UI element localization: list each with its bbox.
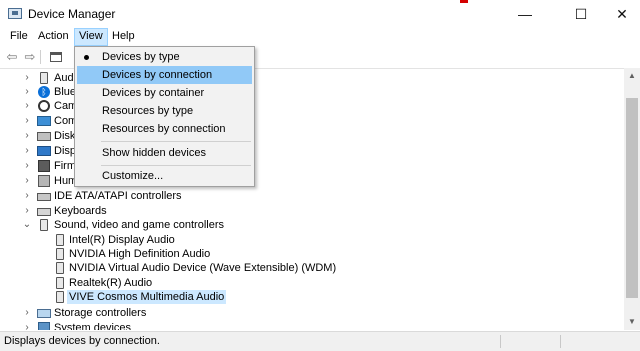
- menu-item-label: Devices by connection: [102, 69, 213, 81]
- bluetooth-icon: ᛒ: [38, 86, 50, 98]
- tree-item-label: Keyboards: [54, 205, 107, 217]
- menu-item-label: Show hidden devices: [102, 147, 206, 159]
- forward-arrow-icon[interactable]: ⇨: [22, 49, 38, 64]
- computer-icon: [37, 116, 51, 126]
- device-manager-icon: [8, 8, 22, 19]
- menu-separator: [101, 165, 251, 166]
- speaker-icon: [56, 291, 64, 303]
- maximize-button[interactable]: ☐: [558, 0, 604, 28]
- tree-item-label: Sound, video and game controllers: [54, 219, 224, 231]
- speaker-icon: [40, 72, 48, 84]
- ide-icon: [37, 193, 51, 201]
- tree-item[interactable]: › Storage controllers: [0, 306, 620, 320]
- tree-item-label: IDE ATA/ATAPI controllers: [54, 190, 182, 202]
- menu-file[interactable]: File: [6, 28, 32, 46]
- status-divider: [560, 335, 561, 348]
- tree-item[interactable]: Realtek(R) Audio: [0, 276, 620, 290]
- disk-icon: [37, 132, 51, 141]
- tree-item[interactable]: › System devices: [0, 321, 620, 330]
- hid-icon: [38, 175, 50, 187]
- view-menu-dropdown: Devices by type Devices by connection De…: [74, 46, 255, 187]
- status-divider: [500, 335, 501, 348]
- expand-arrow-icon[interactable]: ›: [22, 114, 32, 128]
- menu-bar: File Action View Help: [0, 28, 640, 46]
- expand-arrow-icon[interactable]: ›: [22, 306, 32, 320]
- firmware-icon: [38, 160, 50, 172]
- system-icon: [38, 322, 50, 330]
- storage-icon: [37, 309, 51, 318]
- tree-item-label: NVIDIA Virtual Audio Device (Wave Extens…: [69, 262, 337, 274]
- tree-item-label: Disp: [54, 145, 77, 157]
- tree-item[interactable]: Intel(R) Display Audio: [0, 233, 620, 247]
- tree-item[interactable]: NVIDIA High Definition Audio: [0, 247, 620, 261]
- menu-item-label: Resources by connection: [102, 123, 226, 135]
- expand-arrow-icon[interactable]: ›: [22, 99, 32, 113]
- expand-arrow-icon[interactable]: ›: [22, 204, 32, 218]
- title-bar: Device Manager — ☐ ✕: [0, 0, 640, 28]
- speaker-icon: [56, 248, 64, 260]
- menu-item-label: Customize...: [102, 170, 164, 182]
- menu-item-devices-by-container[interactable]: Devices by container: [77, 84, 252, 102]
- tree-item[interactable]: › IDE ATA/ATAPI controllers: [0, 189, 620, 203]
- tree-item[interactable]: › Keyboards: [0, 204, 620, 218]
- expand-arrow-icon[interactable]: ›: [22, 174, 32, 188]
- speaker-icon: [56, 234, 64, 246]
- menu-item-label: Devices by type: [102, 51, 180, 63]
- tree-item-label: System devices: [54, 322, 132, 330]
- expand-arrow-icon[interactable]: ›: [22, 144, 32, 158]
- scroll-down-icon[interactable]: ▼: [624, 314, 640, 330]
- menu-item-resources-by-connection[interactable]: Resources by connection: [77, 120, 252, 138]
- collapse-arrow-icon[interactable]: ⌄: [22, 218, 32, 232]
- expand-arrow-icon[interactable]: ›: [22, 159, 32, 173]
- window-title: Device Manager: [28, 7, 116, 21]
- tree-item-selected[interactable]: VIVE Cosmos Multimedia Audio: [0, 290, 620, 304]
- menu-item-label: Resources by type: [102, 105, 194, 117]
- tree-item[interactable]: ⌄ Sound, video and game controllers: [0, 218, 620, 232]
- radio-bullet-icon: [84, 55, 89, 60]
- camera-icon: [38, 100, 50, 112]
- menu-action[interactable]: Action: [34, 28, 73, 46]
- scrollbar-thumb[interactable]: [626, 98, 638, 298]
- tree-item[interactable]: NVIDIA Virtual Audio Device (Wave Extens…: [0, 261, 620, 275]
- menu-item-show-hidden-devices[interactable]: Show hidden devices: [77, 144, 252, 162]
- red-mark: [460, 0, 468, 3]
- tree-item-label: Blue: [54, 86, 77, 98]
- expand-arrow-icon[interactable]: ›: [22, 129, 32, 143]
- scroll-up-icon[interactable]: ▲: [624, 68, 640, 84]
- close-button[interactable]: ✕: [604, 0, 640, 28]
- menu-help[interactable]: Help: [108, 28, 139, 46]
- menu-separator: [101, 141, 251, 142]
- tree-item-label: Realtek(R) Audio: [69, 277, 153, 289]
- tree-item-label: Aud: [54, 72, 74, 84]
- tree-item-label: Storage controllers: [54, 307, 147, 319]
- toolbar-separator: [40, 50, 41, 64]
- speaker-icon: [56, 277, 64, 289]
- tree-item-label: Disk: [54, 130, 76, 142]
- tree-item-label: Intel(R) Display Audio: [69, 234, 175, 246]
- status-text: Displays devices by connection.: [4, 335, 160, 347]
- expand-arrow-icon[interactable]: ›: [22, 85, 32, 99]
- display-icon: [37, 146, 51, 156]
- status-bar: Displays devices by connection.: [0, 331, 640, 351]
- speaker-icon: [56, 262, 64, 274]
- menu-item-resources-by-type[interactable]: Resources by type: [77, 102, 252, 120]
- menu-view[interactable]: View: [74, 28, 108, 46]
- menu-item-customize[interactable]: Customize...: [77, 167, 252, 185]
- properties-icon[interactable]: [50, 52, 62, 62]
- expand-arrow-icon[interactable]: ›: [22, 321, 32, 330]
- vertical-scrollbar[interactable]: ▲ ▼: [624, 68, 640, 330]
- menu-item-label: Devices by container: [102, 87, 205, 99]
- minimize-button[interactable]: —: [502, 0, 548, 28]
- tree-item-label: VIVE Cosmos Multimedia Audio: [67, 290, 227, 304]
- tree-item-label: NVIDIA High Definition Audio: [69, 248, 211, 260]
- tree-item-label: Firm: [54, 160, 76, 172]
- expand-arrow-icon[interactable]: ›: [22, 189, 32, 203]
- speaker-icon: [40, 219, 48, 231]
- menu-item-devices-by-connection[interactable]: Devices by connection: [77, 66, 252, 84]
- menu-item-devices-by-type[interactable]: Devices by type: [77, 48, 252, 66]
- back-arrow-icon[interactable]: ⇦: [4, 49, 20, 64]
- expand-arrow-icon[interactable]: ›: [22, 71, 32, 85]
- keyboard-icon: [37, 208, 51, 216]
